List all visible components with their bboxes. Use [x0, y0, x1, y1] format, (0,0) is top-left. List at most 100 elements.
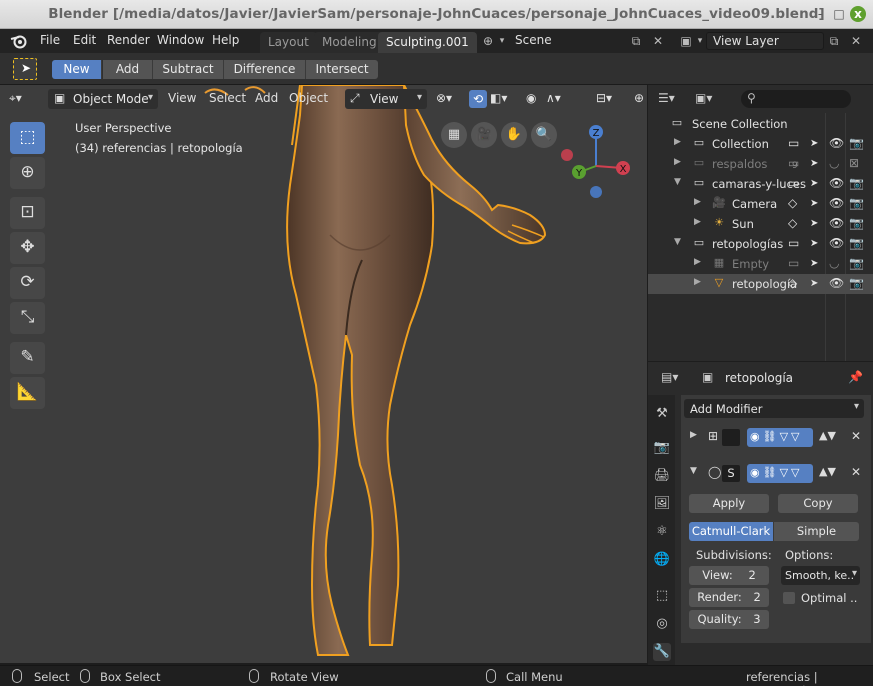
menu-file[interactable]: File	[40, 33, 60, 47]
select-box-icon[interactable]: ➤	[13, 58, 37, 80]
snap-target-icon[interactable]: ◧▾	[490, 91, 507, 105]
render-levels-field[interactable]: Render: 2	[689, 588, 769, 607]
modifier-1-header[interactable]: ▶ ⊞ ◉⛓▽▽ ▲▼ ✕	[684, 427, 866, 449]
selectable-toggle-icon[interactable]: ➤	[810, 198, 818, 209]
outliner-row[interactable]: ▶ ☀ Sun ◇ ➤ 👁 📷	[648, 214, 873, 234]
outliner-row[interactable]: ▶ ▭ Collection ▭ ➤ 👁 📷	[648, 134, 873, 154]
eye-icon[interactable]: 👁	[829, 216, 844, 230]
render-toggle-icon[interactable]: 📷	[849, 256, 864, 270]
tool-move-all[interactable]: ⊡	[10, 197, 45, 229]
modifier-name-field[interactable]: S	[722, 465, 740, 482]
orientation-dropdown[interactable]: ⤢ View ▾	[345, 89, 427, 109]
view-levels-field[interactable]: View: 2	[689, 566, 769, 585]
snap-icon[interactable]: ⟲	[469, 90, 487, 108]
tab-modeling[interactable]: Modeling	[314, 32, 385, 53]
tab-layout[interactable]: Layout	[260, 32, 317, 53]
menu-help[interactable]: Help	[212, 33, 239, 47]
mode-difference-button[interactable]: Difference	[224, 60, 306, 79]
view-layer-new-icon[interactable]: ⧉	[826, 33, 842, 49]
grid-toggle-icon[interactable]: ▦	[441, 122, 467, 148]
outliner-row[interactable]: ▶ ▭ respaldos 9 ▭ ➤ ◡ ⊠	[648, 154, 873, 174]
collapse-arrow-icon[interactable]: ▼	[690, 466, 697, 476]
tool-rotate[interactable]: ⟳	[10, 267, 45, 299]
overlay-icon[interactable]: ⊕	[634, 91, 644, 105]
selectable-toggle-icon[interactable]: ➤	[810, 158, 818, 169]
editor-type-icon[interactable]: ⌖▾	[9, 91, 22, 106]
expand-arrow-icon[interactable]: ▶	[694, 197, 701, 207]
camera-view-icon[interactable]: 🎥	[471, 122, 497, 148]
menu-render[interactable]: Render	[107, 33, 150, 47]
render-toggle-icon[interactable]: 📷	[849, 136, 864, 150]
viewport-menu-object[interactable]: Object	[289, 91, 328, 105]
tool-cursor[interactable]: ⊕	[10, 157, 45, 189]
expand-arrow-icon[interactable]: ▶	[690, 430, 697, 440]
axis-gizmo[interactable]: Z X Y	[556, 122, 636, 202]
object-mode-dropdown[interactable]: ▣ Object Mode ▾	[48, 89, 158, 109]
data-link-icon[interactable]: ◇	[788, 276, 797, 290]
modifier-display-toggles[interactable]: ◉⛓▽▽	[747, 464, 813, 483]
data-link-icon[interactable]: ▭	[788, 256, 799, 270]
outliner-row[interactable]: ▶ ▦ Empty ▭ ➤ ◡ 📷	[648, 254, 873, 274]
output-icon[interactable]: 🖨	[653, 467, 671, 485]
close-button[interactable]: x	[850, 6, 866, 22]
render-icon[interactable]: 📷	[653, 439, 671, 457]
render-toggle-icon[interactable]: 📷	[849, 236, 864, 250]
pivot-icon[interactable]: ⊗▾	[436, 91, 452, 105]
data-link-icon[interactable]: ◇	[788, 196, 797, 210]
viewport-menu-view[interactable]: View	[168, 91, 196, 105]
eye-icon[interactable]: 👁	[829, 196, 844, 210]
expand-arrow-icon[interactable]: ▶	[674, 137, 681, 147]
proportional-icon[interactable]: ◉	[526, 91, 536, 105]
eye-closed-icon[interactable]: ◡	[829, 256, 839, 270]
selectable-toggle-icon[interactable]: ➤	[810, 138, 818, 149]
3d-viewport[interactable]: ⬚ ⊕ ⊡ ✥ ⟳ ⤡ ✎ 📐 User Perspective (34) re…	[0, 85, 647, 663]
data-link-icon[interactable]: ◇	[788, 216, 797, 230]
selectable-toggle-icon[interactable]: ➤	[810, 218, 818, 229]
mode-intersect-button[interactable]: Intersect	[306, 60, 378, 79]
menu-window[interactable]: Window	[157, 33, 204, 47]
catmull-clark-button[interactable]: Catmull-Clark	[689, 522, 773, 541]
mode-new-button[interactable]: New	[52, 60, 102, 79]
tool-settings-icon[interactable]: ⚒	[653, 405, 671, 423]
data-link-icon[interactable]: ▭	[788, 136, 799, 150]
simple-button[interactable]: Simple	[774, 522, 859, 541]
tool-annotate[interactable]: ✎	[10, 342, 45, 374]
remove-modifier-icon[interactable]: ✕	[851, 429, 861, 443]
viewport-menu-add[interactable]: Add	[255, 91, 278, 105]
tool-move[interactable]: ✥	[10, 232, 45, 264]
render-toggle-icon[interactable]: 📷	[849, 276, 864, 290]
menu-edit[interactable]: Edit	[73, 33, 96, 47]
scene-name-field[interactable]: Scene	[509, 32, 627, 50]
render-toggle-icon[interactable]: ⊠	[849, 156, 859, 170]
expand-arrow-icon[interactable]: ▼	[674, 177, 681, 187]
outliner-editor-icon[interactable]: ☰▾	[658, 91, 675, 105]
outliner-row[interactable]: ▼ ▭ camaras-y-luces ▭ ➤ 👁 📷	[648, 174, 873, 194]
outliner-search-input[interactable]: ⚲	[741, 90, 851, 108]
scene-new-icon[interactable]: ⧉	[628, 33, 644, 49]
scene-tab-icon[interactable]: ⚛	[653, 523, 671, 541]
display-mode-icon[interactable]: ▣▾	[695, 91, 712, 105]
world-icon[interactable]: 🌐	[653, 551, 671, 569]
view-layer-field[interactable]: View Layer	[706, 32, 824, 50]
tool-measure[interactable]: 📐	[10, 377, 45, 409]
tool-select-box[interactable]: ⬚	[10, 122, 45, 154]
render-toggle-icon[interactable]: 📷	[849, 176, 864, 190]
quality-field[interactable]: Quality: 3	[689, 610, 769, 629]
mode-add-button[interactable]: Add	[103, 60, 153, 79]
data-link-icon[interactable]: ▭	[788, 236, 799, 250]
minimize-button[interactable]: -	[812, 6, 828, 22]
expand-arrow-icon[interactable]: ▶	[674, 157, 681, 167]
eye-icon[interactable]: 👁	[829, 236, 844, 250]
uv-smooth-dropdown[interactable]: Smooth, ke.. ▾	[781, 566, 860, 585]
maximize-button[interactable]: □	[831, 6, 847, 22]
pan-hand-icon[interactable]: ✋	[501, 122, 527, 148]
object-tab-icon[interactable]: ⬚	[653, 587, 671, 605]
selectable-toggle-icon[interactable]: ➤	[810, 178, 818, 189]
viewport-menu-select[interactable]: Select	[209, 91, 246, 105]
data-link-icon[interactable]: ▭	[788, 176, 799, 190]
tab-sculpting[interactable]: Sculpting.001	[378, 32, 477, 53]
modifier-2-header[interactable]: ▼ ◯ S ◉⛓▽▽ ▲▼ ✕	[684, 463, 866, 485]
selectable-toggle-icon[interactable]: ➤	[810, 278, 818, 289]
view-layer-tab-icon[interactable]: 🖼	[653, 495, 671, 513]
blender-logo-icon[interactable]	[10, 33, 28, 49]
